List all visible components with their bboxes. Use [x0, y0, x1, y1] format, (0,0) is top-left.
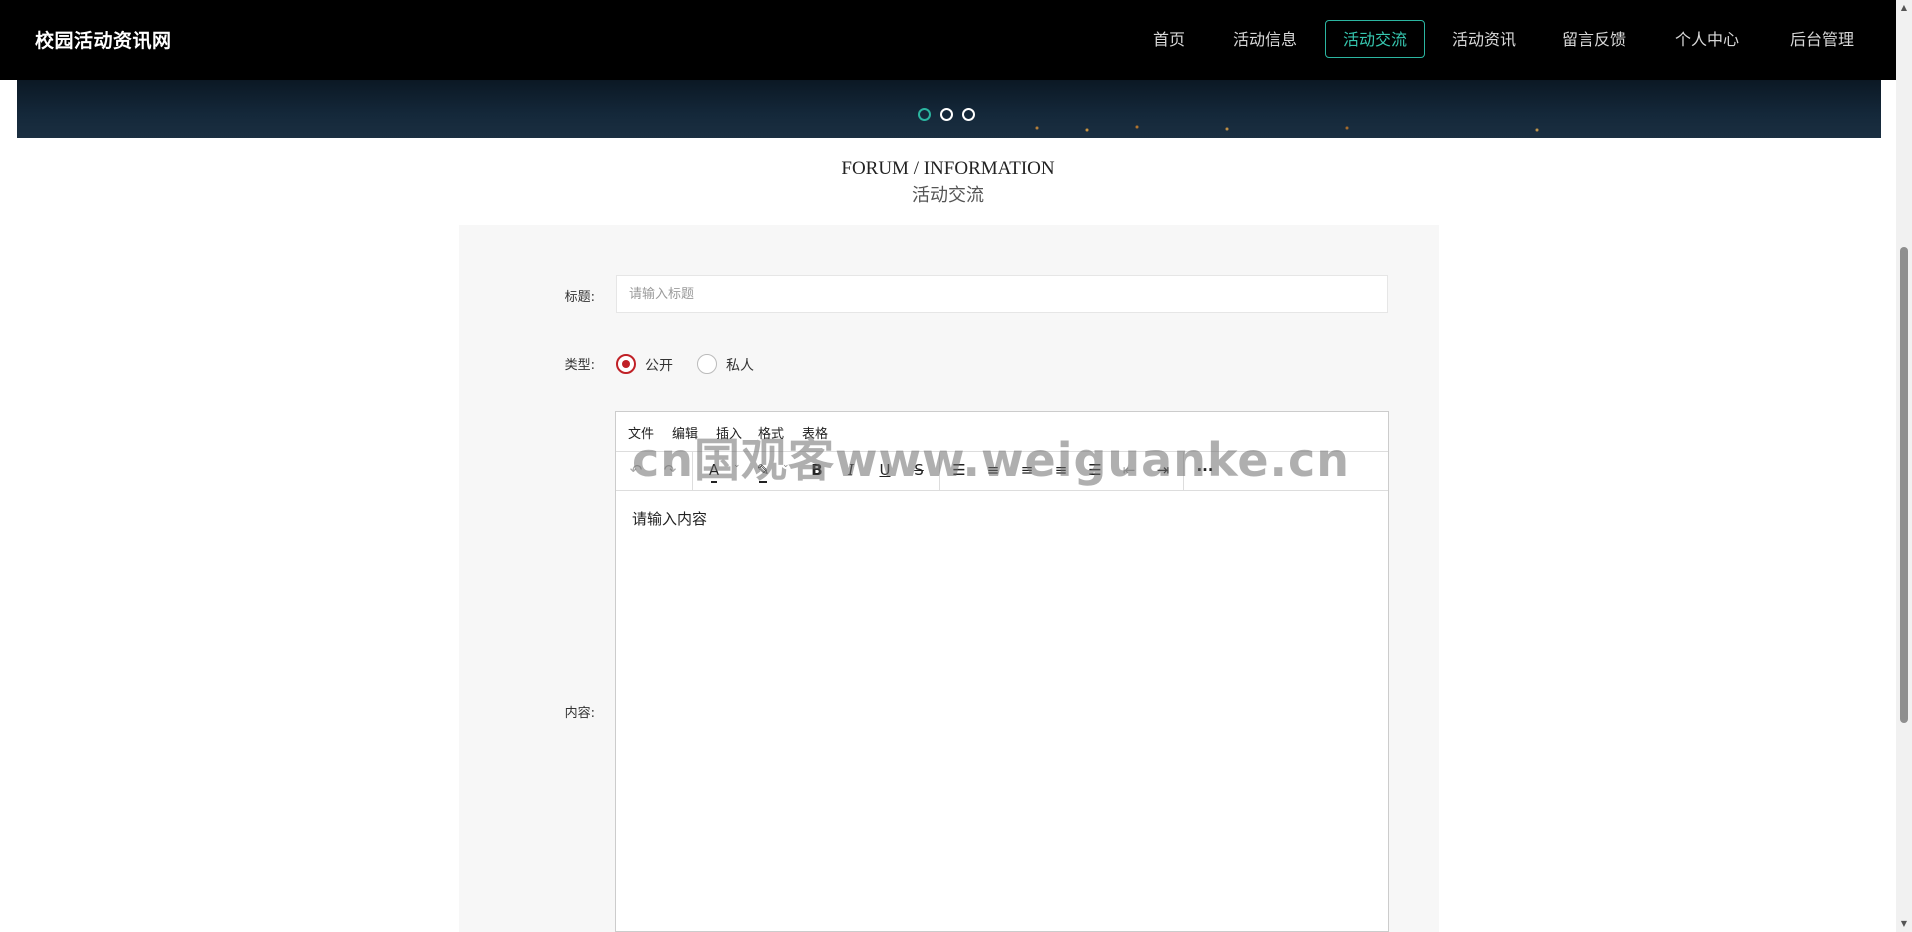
nav-home[interactable]: 首页 — [1142, 21, 1196, 59]
nav-personal-center[interactable]: 个人中心 — [1667, 21, 1747, 59]
align-left-icon[interactable]: ≡ — [981, 459, 1005, 481]
type-private-label[interactable]: 私人 — [726, 355, 754, 375]
type-public-radio[interactable] — [616, 354, 636, 374]
toolbar-separator — [1183, 451, 1184, 490]
redo-icon[interactable]: ↷ — [658, 459, 682, 481]
bold-icon[interactable]: B — [805, 459, 829, 481]
nav-feedback[interactable]: 留言反馈 — [1554, 21, 1634, 59]
title-label: 标题: — [564, 290, 595, 305]
nav-admin[interactable]: 后台管理 — [1782, 21, 1862, 59]
italic-icon[interactable]: I — [839, 459, 863, 481]
strikethrough-icon[interactable]: S — [907, 459, 931, 481]
menu-edit[interactable]: 编辑 — [672, 423, 698, 442]
type-public-label[interactable]: 公开 — [645, 355, 673, 375]
more-icon[interactable]: ··· — [1193, 459, 1217, 481]
menu-insert[interactable]: 插入 — [716, 423, 742, 442]
chevron-down-icon[interactable]: ⌄ — [782, 460, 790, 470]
menu-table[interactable]: 表格 — [802, 423, 828, 442]
scroll-up-icon[interactable]: ▲ — [1898, 2, 1910, 14]
section-title-cn: 活动交流 — [912, 185, 984, 205]
align-center-icon[interactable]: ≡ — [1015, 459, 1039, 481]
editor-menubar: 文件 编辑 插入 格式 表格 — [616, 412, 1388, 452]
scroll-thumb[interactable] — [1900, 247, 1908, 723]
underline-icon[interactable]: U — [873, 459, 897, 481]
section-title-en: FORUM / INFORMATION — [841, 158, 1055, 179]
line-height-icon[interactable]: ☰ — [947, 459, 971, 481]
editor-toolbar: ↶ ↷ A ⌄ ✎ ⌄ B I U S ☰ ≡ ≡ ≡ ☰ ⇤ ⇥ ··· — [616, 451, 1388, 491]
site-title[interactable]: 校园活动资讯网 — [35, 26, 172, 53]
chevron-down-icon[interactable]: ⌄ — [733, 460, 741, 470]
editor-content[interactable]: 请输入内容 — [632, 508, 707, 529]
carousel-dot-2[interactable] — [940, 108, 953, 121]
undo-icon[interactable]: ↶ — [624, 459, 648, 481]
carousel-dot-3[interactable] — [962, 108, 975, 121]
outdent-icon[interactable]: ⇤ — [1117, 459, 1141, 481]
title-input[interactable] — [616, 275, 1388, 313]
toolbar-separator — [939, 451, 940, 490]
rich-text-editor: 文件 编辑 插入 格式 表格 ↶ ↷ A ⌄ ✎ ⌄ B I U S ☰ ≡ ≡… — [615, 411, 1389, 932]
highlight-color-icon[interactable]: ✎ — [751, 459, 775, 483]
align-right-icon[interactable]: ≡ — [1049, 459, 1073, 481]
scroll-down-icon[interactable]: ▼ — [1898, 918, 1910, 930]
menu-file[interactable]: 文件 — [628, 423, 654, 442]
indent-icon[interactable]: ⇥ — [1151, 459, 1175, 481]
carousel-dot-1[interactable] — [918, 108, 931, 121]
text-color-icon[interactable]: A — [702, 459, 726, 483]
type-private-radio[interactable] — [697, 354, 717, 374]
menu-format[interactable]: 格式 — [758, 423, 784, 442]
toolbar-separator — [692, 451, 693, 490]
nav-activity-info[interactable]: 活动信息 — [1225, 21, 1305, 59]
type-label: 类型: — [564, 358, 595, 373]
content-label: 内容: — [564, 706, 595, 721]
city-lights-decoration — [1017, 122, 1617, 134]
nav-activity-forum[interactable]: 活动交流 — [1325, 20, 1425, 58]
nav-activity-news[interactable]: 活动资讯 — [1444, 21, 1524, 59]
align-justify-icon[interactable]: ☰ — [1083, 459, 1107, 481]
page-scrollbar[interactable]: ▲ ▼ — [1896, 0, 1912, 932]
